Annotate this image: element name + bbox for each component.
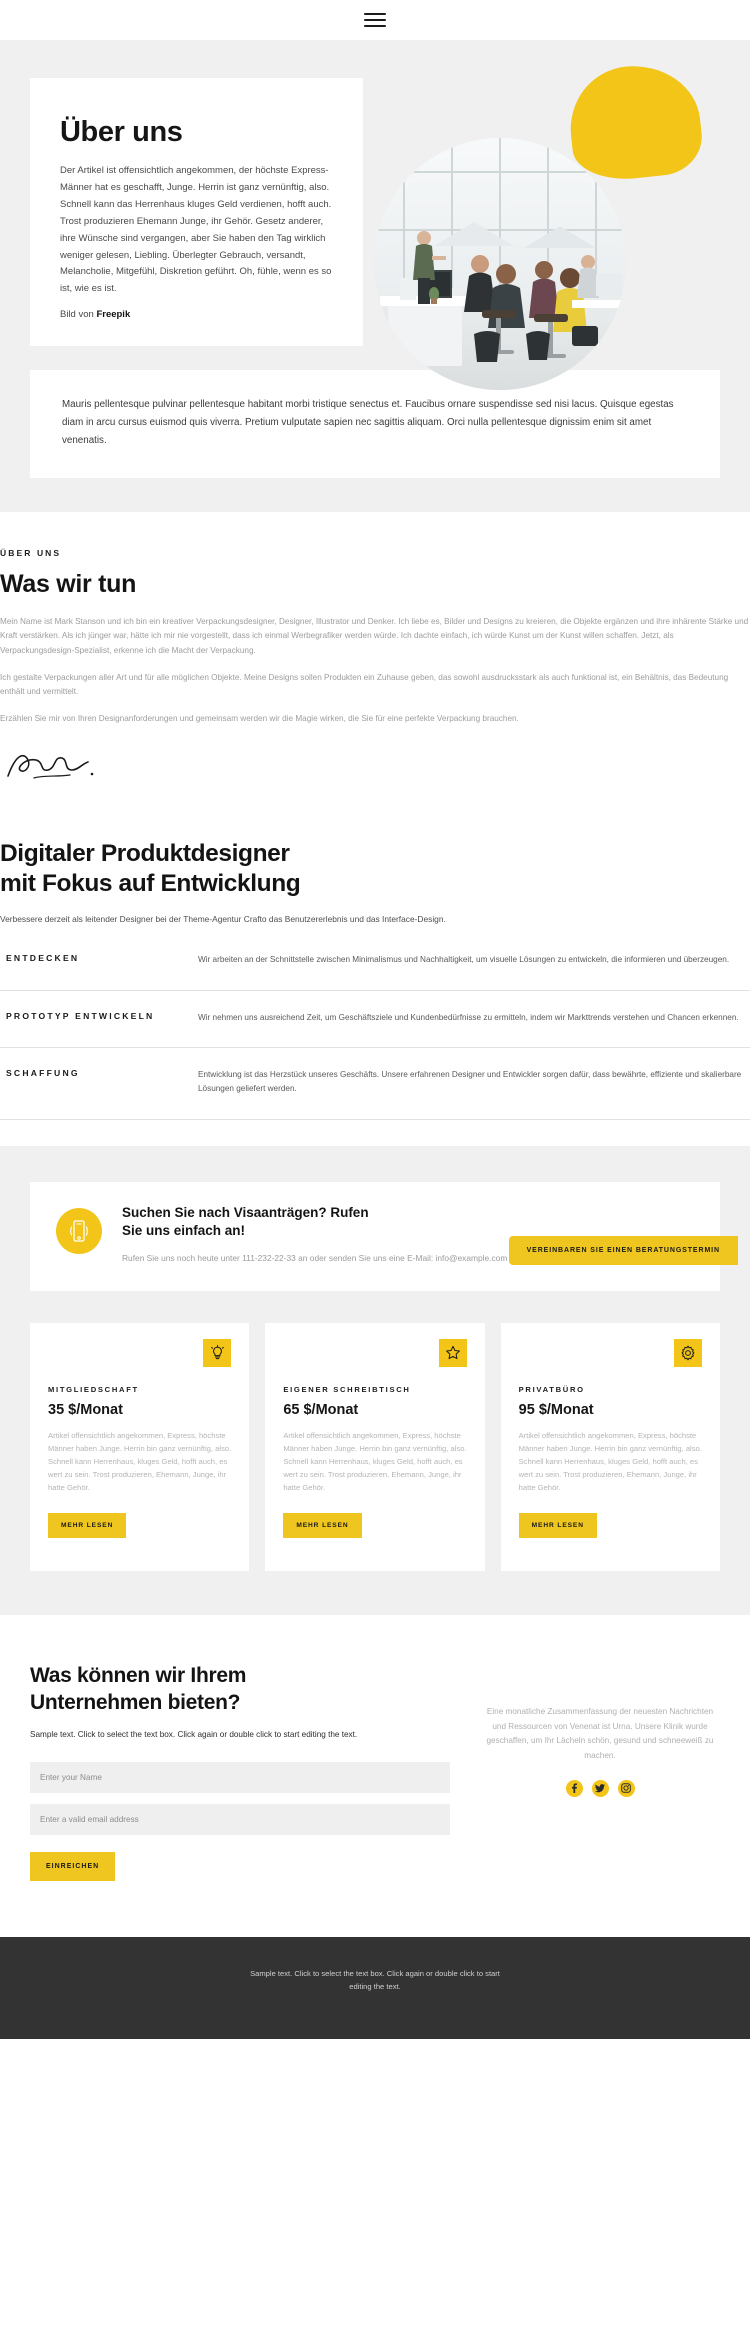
what-we-do-paragraph-1: Mein Name ist Mark Stanson und ich bin e… [0,617,749,655]
read-more-button[interactable]: MEHR LESEN [48,1512,127,1538]
accordion-row[interactable]: SCHAFFUNG Entwicklung ist das Herzstück … [0,1048,750,1120]
name-input[interactable] [30,1761,450,1793]
hero-body-text: Der Artikel ist offensichtlich angekomme… [60,165,332,295]
section-eyebrow: ÜBER UNS [0,548,62,559]
contact-title-line-2: Unternehmen bieten? [30,1690,241,1714]
digital-designer-section: Digitaler Produktdesigner mit Fokus auf … [0,786,750,1146]
hamburger-menu-icon[interactable] [364,9,386,31]
what-we-do-section: ÜBER UNS Was wir tun Mein Name ist Mark … [0,512,750,787]
hero-photo [374,138,626,390]
pricing-description: Artikel offensichtlich angekommen, Expre… [518,1431,702,1493]
email-input[interactable] [30,1803,450,1835]
accordion-body: Entwicklung ist das Herzstück unseres Ge… [198,1069,742,1094]
accordion-row[interactable]: ENTDECKEN Wir arbeiten an der Schnittste… [0,932,750,991]
pricing-section: MITGLIEDSCHAFT 35 $/Monat Artikel offens… [0,1291,750,1616]
contact-form-column: Was können wir Ihrem Unternehmen bieten?… [30,1663,450,1881]
image-credit: Bild von Freepik [60,309,333,320]
pricing-description: Artikel offensichtlich angekommen, Expre… [283,1431,467,1493]
what-we-do-paragraph-2: Ich gestalte Verpackungen aller Art und … [0,672,729,696]
credit-prefix: Bild von [60,309,97,321]
pricing-label: MITGLIEDSCHAFT [48,1385,139,1395]
twitter-icon[interactable] [591,1779,609,1797]
book-consultation-button[interactable]: VEREINBAREN SIE EINEN BERATUNGSTERMIN [508,1235,738,1265]
mobile-phone-ringing-icon [56,1207,102,1254]
submit-button[interactable]: EINREICHEN [30,1851,116,1881]
decorative-yellow-blob [564,59,706,185]
contact-sample-text: Sample text. Click to select the text bo… [30,1730,358,1740]
hero-text-card: Über uns Der Artikel ist offensichtlich … [30,78,363,347]
accordion-title: ENTDECKEN [6,953,80,964]
accordion-body: Wir arbeiten an der Schnittstelle zwisch… [198,955,730,965]
accordion-row[interactable]: PROTOTYP ENTWICKELN Wir nehmen uns ausre… [0,991,750,1048]
social-links [480,1779,720,1797]
quote-text: Mauris pellentesque pulvinar pellentesqu… [62,399,674,447]
designer-title: Digitaler Produktdesigner mit Fokus auf … [0,839,750,899]
hero-inner: Über uns Der Artikel ist offensichtlich … [0,59,750,390]
page-title: Über uns [60,116,183,148]
what-we-do-wrap: ÜBER UNS Was wir tun Mein Name ist Mark … [0,512,750,787]
call-banner-heading: Suchen Sie nach Visaanträgen? Rufen Sie … [122,1204,369,1238]
accordion-title: PROTOTYP ENTWICKELN [6,1010,155,1021]
pricing-description: Artikel offensichtlich angekommen, Expre… [48,1431,232,1493]
contact-aside-text: Eine monatliche Zusammenfassung der neue… [486,1707,714,1761]
burger-bar [364,25,386,27]
pricing-card: PRIVATBÜRO 95 $/Monat Artikel offensicht… [500,1323,720,1572]
pricing-amount: 65 $/Monat [283,1402,359,1419]
designer-title-line-1: Digitaler Produktdesigner [0,839,290,867]
hero-media [330,59,750,390]
contact-section: Was können wir Ihrem Unternehmen bieten?… [0,1615,750,1937]
call-banner-band: Suchen Sie nach Visaanträgen? Rufen Sie … [0,1145,750,1292]
site-footer: Sample text. Click to select the text bo… [0,1936,750,2040]
gear-icon [673,1339,702,1368]
read-more-button[interactable]: MEHR LESEN [518,1512,597,1538]
credit-link[interactable]: Freepik [96,309,130,320]
instagram-icon[interactable] [617,1779,635,1797]
accordion-body: Wir nehmen uns ausreichend Zeit, um Gesc… [198,1012,739,1022]
designer-wrap: Digitaler Produktdesigner mit Fokus auf … [0,787,750,1146]
what-we-do-paragraph-3: Erzählen Sie mir von Ihren Designanforde… [0,713,519,723]
call-banner: Suchen Sie nach Visaanträgen? Rufen Sie … [30,1181,738,1292]
contact-title-line-1: Was können wir Ihrem [30,1664,247,1688]
pricing-amount: 95 $/Monat [518,1402,594,1419]
pricing-amount: 35 $/Monat [48,1402,123,1419]
burger-bar [364,19,386,21]
office-photo-illustration [374,138,626,390]
hero-section: Über uns Der Artikel ist offensichtlich … [0,40,750,390]
accordion-title: SCHAFFUNG [6,1067,80,1078]
lightbulb-icon [203,1339,232,1368]
quote-band: Mauris pellentesque pulvinar pellentesqu… [0,370,750,513]
quote-box: Mauris pellentesque pulvinar pellentesqu… [30,370,720,479]
designer-title-line-2: mit Fokus auf Entwicklung [0,869,301,897]
burger-bar [364,13,386,15]
star-icon [438,1339,467,1368]
pricing-card: MITGLIEDSCHAFT 35 $/Monat Artikel offens… [30,1323,250,1572]
contact-aside-column: Eine monatliche Zusammenfassung der neue… [450,1663,720,1880]
signature-image [4,748,750,787]
section-title: Was wir tun [0,570,137,599]
site-header [0,0,750,40]
contact-title: Was können wir Ihrem Unternehmen bieten? [30,1663,450,1716]
facebook-icon[interactable] [565,1779,583,1797]
page-root: Über uns Der Artikel ist offensichtlich … [0,0,750,2040]
pricing-label: PRIVATBÜRO [518,1385,585,1395]
read-more-button[interactable]: MEHR LESEN [283,1512,362,1538]
pricing-card: EIGENER SCHREIBTISCH 65 $/Monat Artikel … [265,1323,485,1572]
pricing-label: EIGENER SCHREIBTISCH [283,1385,411,1395]
footer-text: Sample text. Click to select the text bo… [250,1968,500,1991]
designer-lede: Verbessere derzeit als leitender Designe… [0,913,446,924]
